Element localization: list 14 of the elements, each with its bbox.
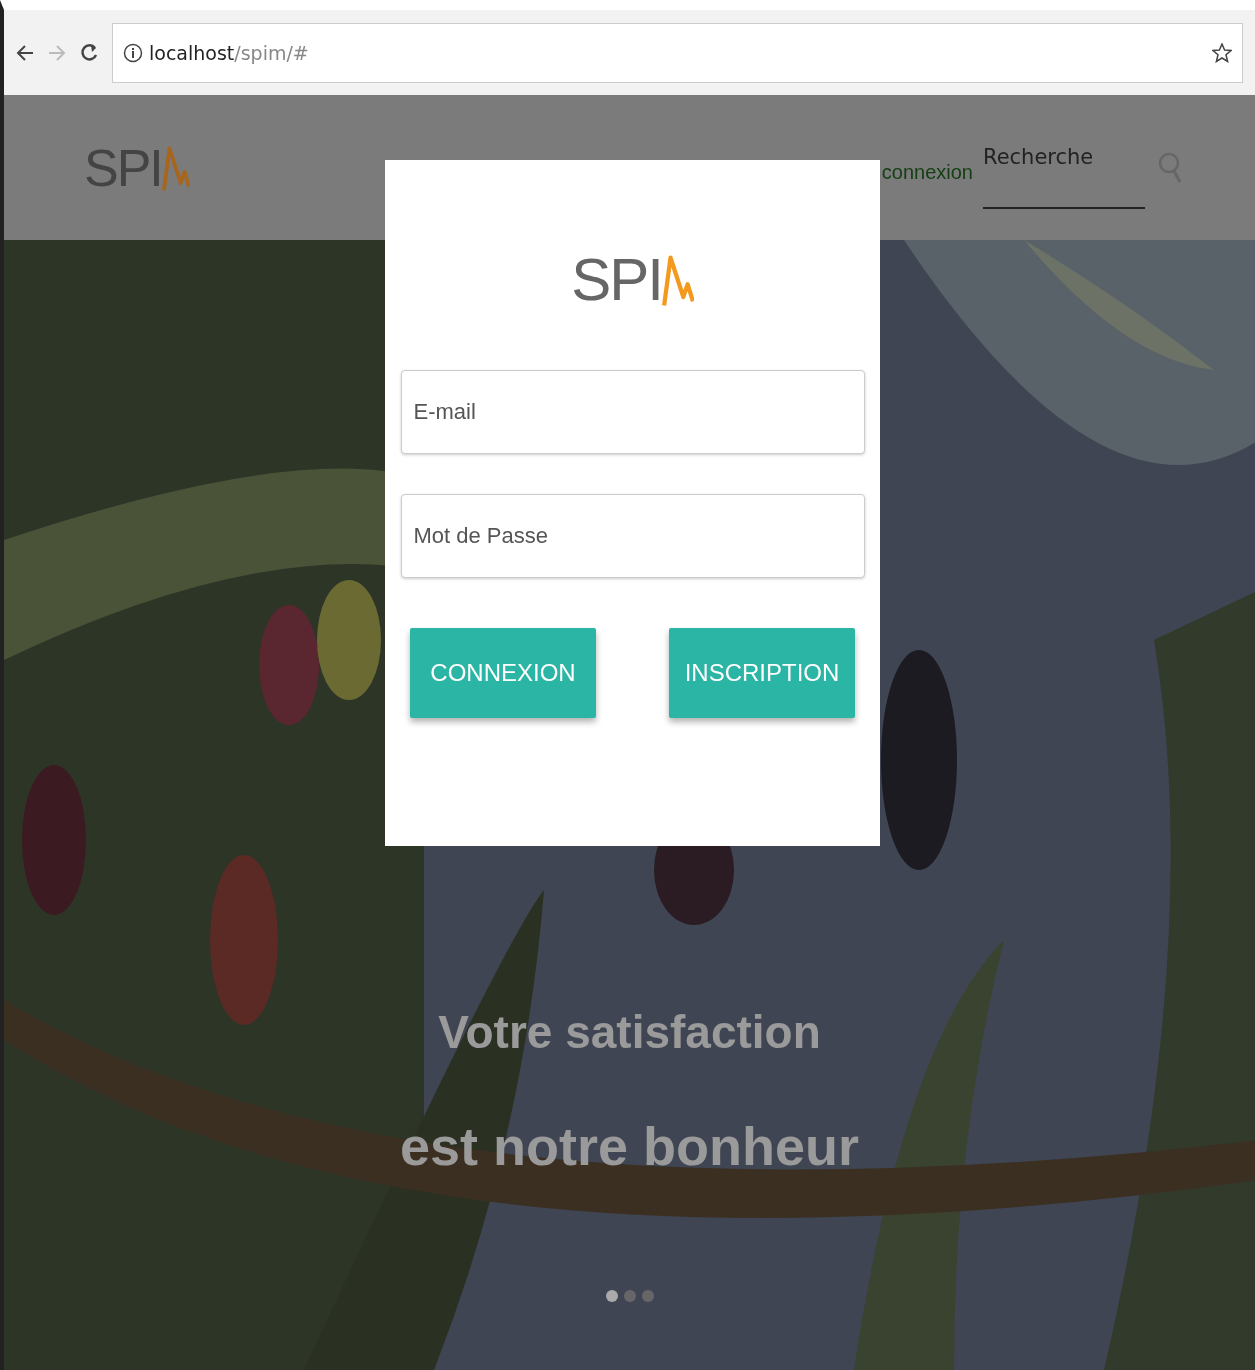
hero-caption: Votre satisfaction xyxy=(438,1005,821,1059)
logo-text: SPI xyxy=(571,250,662,310)
connexion-link[interactable]: connexion xyxy=(881,161,973,184)
reload-icon[interactable] xyxy=(80,41,98,64)
search-field[interactable]: Recherche xyxy=(983,126,1145,209)
submit-button[interactable]: INSCRIPTION xyxy=(669,628,855,718)
email-field[interactable]: E-mail xyxy=(400,370,865,454)
submit-button[interactable]: CONNEXION xyxy=(410,628,596,718)
back-icon[interactable] xyxy=(16,43,34,62)
address-bar[interactable]: localhost/spim/# xyxy=(112,22,1243,83)
password-field[interactable]: Mot de Passe xyxy=(400,494,865,578)
info-icon xyxy=(123,42,143,63)
bookmark-star-icon[interactable] xyxy=(1212,42,1232,63)
hero-caption: est notre bonheur xyxy=(400,1115,859,1177)
